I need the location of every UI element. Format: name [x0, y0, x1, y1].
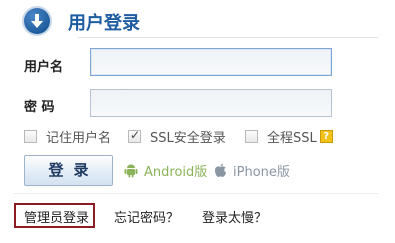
bottom-divider [14, 193, 378, 194]
full-ssl-option[interactable]: 全程SSL ? [245, 127, 333, 146]
page-title: 用户登录 [68, 13, 140, 34]
username-label: 用户名 [24, 60, 64, 75]
circle-down-arrow-icon [24, 8, 50, 34]
admin-login-link[interactable]: 管理员登录 [24, 207, 89, 226]
full-ssl-label: 全程SSL [267, 130, 317, 146]
remember-username-option[interactable]: 记住用户名 [24, 127, 112, 146]
android-app-label: Android版 [144, 165, 208, 180]
ssl-login-label: SSL安全登录 [150, 130, 226, 146]
android-icon [124, 164, 138, 178]
iphone-app-link[interactable]: iPhone版 [214, 161, 290, 180]
password-input[interactable] [90, 89, 332, 117]
remember-username-checkbox[interactable] [24, 129, 37, 143]
header-divider [78, 37, 378, 38]
ssl-login-option[interactable]: SSL安全登录 [128, 127, 226, 146]
android-app-link[interactable]: Android版 [124, 161, 207, 180]
forgot-password-link[interactable]: 忘记密码？ [114, 207, 179, 226]
login-button[interactable]: 登录 [24, 155, 113, 186]
ssl-login-checkbox[interactable] [128, 128, 141, 143]
username-input[interactable] [90, 48, 332, 76]
login-slow-link[interactable]: 登录太慢？ [202, 207, 267, 226]
help-icon[interactable]: ? [319, 129, 333, 143]
apple-icon [215, 163, 226, 177]
login-panel: 用户登录 用户名 密 码 记住用户名 SSL安全登录 全程SSL ? 登录 An… [0, 0, 395, 243]
full-ssl-checkbox[interactable] [245, 129, 258, 143]
iphone-app-label: iPhone版 [233, 165, 290, 180]
password-label: 密 码 [24, 100, 55, 115]
remember-username-label: 记住用户名 [46, 130, 112, 146]
